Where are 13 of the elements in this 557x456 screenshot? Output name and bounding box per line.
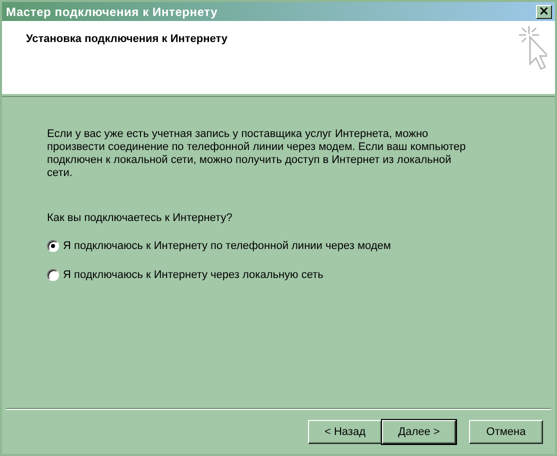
- option-label[interactable]: Я подключаюсь к Интернету по телефонной линии через модем: [63, 240, 391, 252]
- cursor-sparkle-icon: [517, 25, 547, 71]
- radio-button[interactable]: [47, 240, 59, 252]
- window-title: Мастер подключения к Интернету: [6, 4, 218, 18]
- radio-button[interactable]: [47, 269, 59, 281]
- wizard-button[interactable]: Отмена: [469, 420, 543, 444]
- header-title: Установка подключения к Интернету: [26, 33, 228, 47]
- wizard-button[interactable]: < Назад: [308, 420, 382, 444]
- intro-text: Если у вас уже есть учетная запись у поставщика услуг Интернета, можно произвести соединение по телефонной линии через модем. Если ваш компьютер подключен к локальной сети, можно получить доступ в Интернет из локальной сети.: [47, 128, 467, 180]
- wizard-button[interactable]: Далее >: [382, 420, 456, 444]
- question-text: Как вы подключаетесь к Интернету?: [47, 212, 234, 224]
- close-button[interactable]: ×: [536, 4, 552, 18]
- option-label[interactable]: Я подключаюсь к Интернету через локальную сеть: [63, 269, 324, 281]
